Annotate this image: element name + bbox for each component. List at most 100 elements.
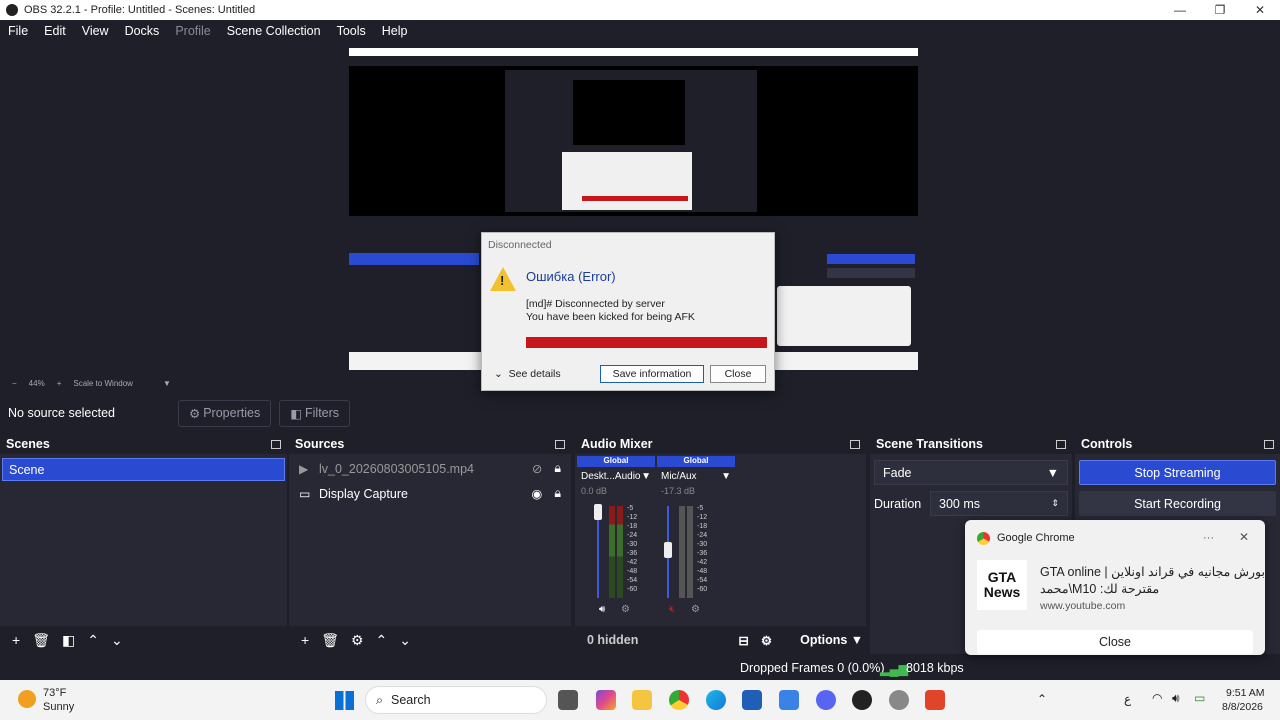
obs-taskbar-icon[interactable] [852,690,872,710]
dialog-line1: [md]# Disconnected by server [526,298,665,310]
toast-more-icon[interactable]: ··· [1203,532,1214,544]
tray-chevron-icon[interactable]: ⌃ [1037,692,1047,706]
battery-icon[interactable]: ▭ [1194,691,1205,705]
dropdown-icon: ▼ [1046,465,1059,480]
transitions-title: Scene Transitions [876,437,983,451]
sources-list: ▶ lv_0_20260803005105.mp4 ⊘ 🔒︎ ▭ Display… [289,456,571,626]
mixer-channel-desktop: Global Deskt...Audio ▼ 0.0 dB -5 -12 -18 -24… [577,456,655,615]
duration-row: Duration 300 ms ⇕ [874,491,1068,516]
source-label: Display Capture [319,486,408,501]
source-row[interactable]: ▶ lv_0_20260803005105.mp4 ⊘ 🔒︎ [289,456,571,481]
undock-icon[interactable] [555,439,565,449]
source-settings-icon[interactable]: ⚙ [351,632,364,649]
lock-icon[interactable]: 🔒︎ [554,461,561,476]
options-button[interactable]: Options ▼ [788,633,863,647]
language-indicator[interactable]: ع [1124,692,1131,706]
fader-knob[interactable] [664,542,672,558]
menu-edit[interactable]: Edit [36,24,74,38]
move-down-icon[interactable]: ⌄ [399,632,411,649]
sources-dock: Sources ▶ lv_0_20260803005105.mp4 ⊘ 🔒︎ ▭… [289,434,571,654]
eye-hidden-icon[interactable]: ⊘ [532,461,542,476]
zoom-out-button[interactable]: − [12,379,17,388]
source-row[interactable]: ▭ Display Capture ◉ 🔒︎ [289,481,571,506]
lock-icon[interactable]: 🔒︎ [554,486,561,501]
vu-meter [609,506,615,598]
toast-subtitle: محمد\M10 :مقترحة لك [1040,582,1160,596]
menu-tools[interactable]: Tools [329,24,374,38]
scene-item[interactable]: Scene [2,458,285,481]
store-icon[interactable] [742,690,762,710]
dialog-close-button[interactable]: Close [710,365,766,383]
duration-input[interactable]: 300 ms ⇕ [930,491,1068,516]
undock-icon[interactable] [271,439,281,449]
toast-close-button[interactable]: Close [977,630,1253,654]
transition-select[interactable]: Fade ▼ [874,460,1068,485]
close-window-button[interactable]: ✕ [1240,0,1280,20]
audio-mixer-dock: Audio Mixer Global Deskt...Audio ▼ 0.0 dB… [575,434,866,654]
db-scale: -5 -12 -18 -24 -30 -36 -42 -48 -54 -60 [627,505,638,593]
mail-icon[interactable] [779,690,799,710]
scale-mode[interactable]: Scale to Window [73,379,133,388]
speaker-icon[interactable]: 🔊︎ [599,604,605,615]
disconnected-dialog: Disconnected ! Ошибка (Error) [md]# Disc… [481,232,775,391]
clock-time[interactable]: 9:51 AM [1226,687,1265,699]
filter-icon: ◧ [290,406,303,421]
taskbar-search[interactable]: ⌕ Search [365,686,547,714]
start-recording-button[interactable]: Start Recording [1079,491,1276,516]
chrome-icon[interactable] [669,690,689,710]
file-explorer-icon[interactable] [632,690,652,710]
filters-button[interactable]: ◧ Filters [279,399,351,427]
copilot-icon[interactable] [596,690,616,710]
maximize-button[interactable]: ❐ [1200,0,1240,20]
mixer-gear-icon[interactable]: ⚙ [621,604,630,615]
remove-scene-icon[interactable]: 🗑 [32,632,50,649]
menu-scene-collection[interactable]: Scene Collection [219,24,329,38]
clock-date[interactable]: 8/8/2026 [1222,701,1263,713]
move-up-icon[interactable]: ⌃ [87,632,99,649]
channel-menu-icon[interactable]: ▼ [641,471,651,482]
scenes-title: Scenes [6,437,50,451]
add-scene-icon[interactable]: + [12,632,20,648]
settings-icon[interactable] [889,690,909,710]
menu-file[interactable]: File [0,24,36,38]
mixer-gear-icon[interactable]: ⚙ [691,604,700,615]
menu-view[interactable]: View [74,24,117,38]
see-details-toggle[interactable]: ⌄ See details [494,368,561,380]
fader-knob[interactable] [594,504,602,520]
edge-icon[interactable] [706,690,726,710]
app-icon[interactable] [925,690,945,710]
scale-dropdown-icon[interactable]: ▼ [163,379,171,388]
undock-icon[interactable] [850,439,860,449]
menu-help[interactable]: Help [374,24,416,38]
scene-filters-icon[interactable]: ◧ [62,632,75,649]
zoom-percent: 44% [28,378,45,388]
undock-icon[interactable] [1264,439,1274,449]
remove-source-icon[interactable]: 🗑 [321,632,339,649]
task-view-icon[interactable] [558,690,578,710]
wifi-icon[interactable]: ◠ [1152,691,1162,705]
add-source-icon[interactable]: + [301,632,309,648]
toast-close-icon[interactable]: ✕ [1239,530,1249,544]
stop-streaming-button[interactable]: Stop Streaming [1079,460,1276,485]
menu-docks[interactable]: Docks [117,24,168,38]
zoom-in-button[interactable]: + [57,379,62,388]
move-up-icon[interactable]: ⌃ [376,632,388,649]
channel-menu-icon[interactable]: ▼ [721,471,731,482]
muted-speaker-icon[interactable]: 🔇︎ [669,604,675,615]
mixer-advanced-icon[interactable]: ⚙ [761,633,772,648]
sources-header: Sources [289,434,571,454]
move-down-icon[interactable]: ⌄ [111,632,123,649]
menu-profile[interactable]: Profile [167,24,218,38]
source-label: lv_0_20260803005105.mp4 [319,461,474,476]
mixer-layout-icon[interactable]: ⊟ [738,633,748,648]
eye-icon[interactable]: ◉ [531,486,542,501]
nested-record-button [827,268,915,278]
undock-icon[interactable] [1056,439,1066,449]
save-information-button[interactable]: Save information [600,365,704,383]
windows-start-icon[interactable] [335,691,354,710]
minimize-button[interactable]: — [1160,0,1200,20]
properties-button[interactable]: ⚙ Properties [178,399,272,427]
mixer-body: Global Deskt...Audio ▼ 0.0 dB -5 -12 -18 -24… [575,456,866,626]
volume-icon[interactable]: 🔊︎ [1172,691,1180,706]
discord-icon[interactable] [816,690,836,710]
